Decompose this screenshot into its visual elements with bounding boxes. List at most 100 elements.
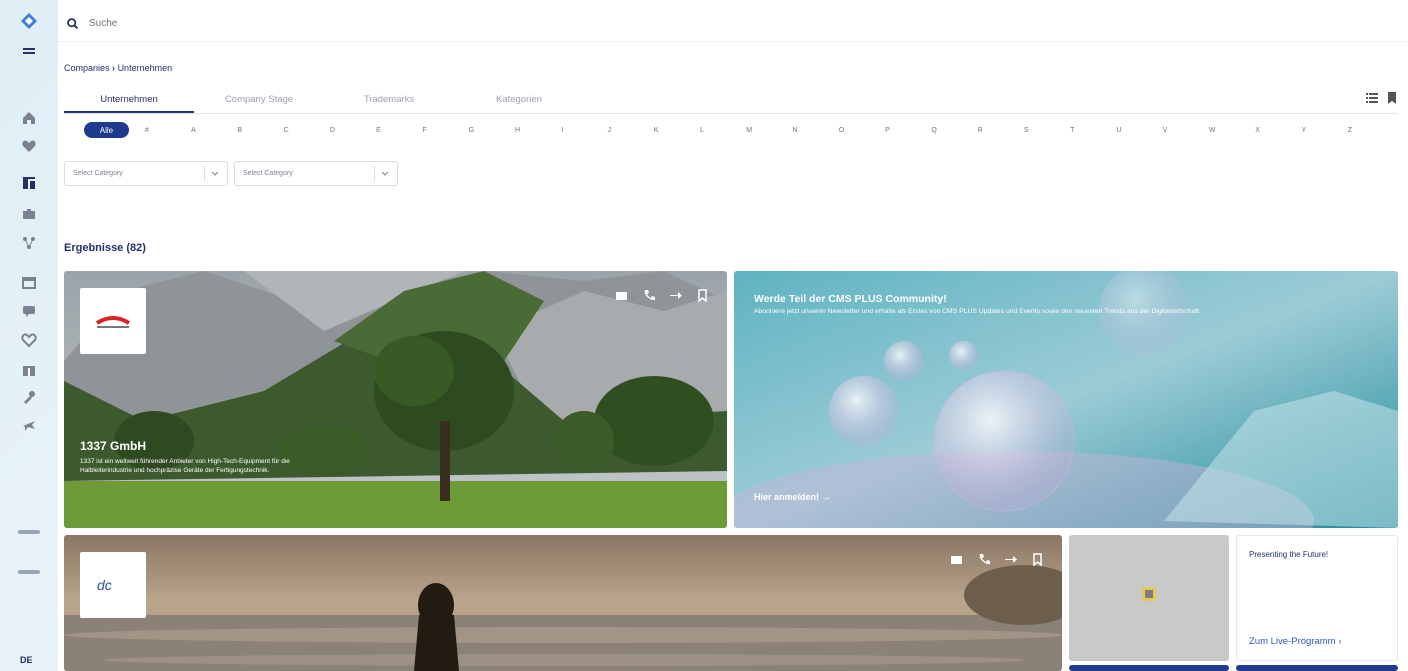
company-card-1337[interactable]: 1337 GmbH 1337 ist ein weltweit führende… <box>64 271 727 528</box>
companies-icon[interactable] <box>9 168 49 198</box>
search-input[interactable] <box>89 18 489 29</box>
svg-text:dc: dc <box>97 577 112 593</box>
newsletter-signup-link[interactable]: Hier anmelden! → <box>754 492 831 502</box>
sponsor-logo-1 <box>18 530 40 534</box>
tab-company-stage[interactable]: Company Stage <box>194 88 324 113</box>
gift-icon[interactable] <box>9 355 49 385</box>
list-view-icon[interactable] <box>1366 92 1378 104</box>
alphabet-letter[interactable]: E <box>376 127 422 134</box>
language-switch[interactable]: DE <box>20 655 33 665</box>
bookmark-view-icon[interactable] <box>1386 92 1398 104</box>
alphabet-letter[interactable]: J <box>607 127 653 134</box>
search-icon <box>67 18 79 30</box>
beach-sunset-image <box>64 535 1062 671</box>
menu-icon[interactable] <box>9 37 49 67</box>
briefcase-icon[interactable] <box>9 199 49 229</box>
share-arrow-icon[interactable] <box>1004 553 1017 566</box>
handshake-icon[interactable] <box>9 325 49 355</box>
filter-bar: Select Category Select Category <box>64 161 398 186</box>
sponsor-logo <box>1142 587 1156 601</box>
chevron-down-icon <box>374 166 389 181</box>
alphabet-letter[interactable]: U <box>1116 127 1162 134</box>
breadcrumb: Companies › Unternehmen <box>64 63 172 73</box>
sponsor-card[interactable] <box>1069 535 1229 661</box>
company-logo-mark <box>95 316 131 328</box>
chat-icon[interactable] <box>9 296 49 326</box>
bookmark-icon[interactable] <box>696 289 709 302</box>
bottom-card-left[interactable] <box>1069 665 1229 671</box>
category-select-1-placeholder: Select Category <box>73 170 123 177</box>
alphabet-letter[interactable]: G <box>469 127 515 134</box>
alphabet-letter[interactable]: A <box>191 127 237 134</box>
alphabet-letter[interactable]: V <box>1163 127 1209 134</box>
breadcrumb-root[interactable]: Companies <box>64 63 110 73</box>
phone-icon[interactable] <box>977 553 990 566</box>
card-actions <box>950 553 1044 566</box>
alphabet-letter[interactable]: S <box>1024 127 1070 134</box>
live-program-card[interactable]: Presenting the Future! Zum Live-Programm… <box>1236 535 1398 661</box>
alphabet-letter[interactable]: R <box>978 127 1024 134</box>
alphabet-letter[interactable]: D <box>330 127 376 134</box>
company-name[interactable]: 1337 GmbH <box>80 439 146 453</box>
sponsor-logo-2 <box>18 570 40 574</box>
alphabet-letter[interactable]: P <box>885 127 931 134</box>
alphabet-letter[interactable]: B <box>237 127 283 134</box>
category-select-1[interactable]: Select Category <box>64 161 228 186</box>
tab-trademarks[interactable]: Trademarks <box>324 88 454 113</box>
bottom-card-right[interactable] <box>1236 665 1398 671</box>
bookmark-icon[interactable] <box>1031 553 1044 566</box>
home-icon[interactable] <box>9 103 49 133</box>
alphabet-letter[interactable]: Z <box>1348 127 1394 134</box>
wrench-icon[interactable] <box>9 382 49 412</box>
alphabet-all-button[interactable]: Alle <box>84 122 129 138</box>
heart-icon[interactable] <box>9 131 49 161</box>
sidebar: DE <box>0 0 58 671</box>
newsletter-promo-card[interactable]: Werde Teil der CMS PLUS Community! Abonn… <box>734 271 1398 528</box>
calendar-icon[interactable] <box>9 267 49 297</box>
live-program-link[interactable]: Zum Live-Programm › <box>1249 636 1341 647</box>
category-select-2[interactable]: Select Category <box>234 161 398 186</box>
company-card-dc[interactable]: dc <box>64 535 1062 671</box>
network-icon[interactable] <box>9 228 49 258</box>
alphabet-letter[interactable]: K <box>654 127 700 134</box>
alphabet-filter: Alle # A B C D E F G H I J K L M N O P Q… <box>84 120 1394 140</box>
alphabet-letter[interactable]: # <box>145 127 191 134</box>
mountain-landscape-image <box>64 271 727 528</box>
mail-icon[interactable] <box>615 289 628 302</box>
alphabet-letter[interactable]: T <box>1070 127 1116 134</box>
alphabet-letter[interactable]: O <box>839 127 885 134</box>
alphabet-letter[interactable]: M <box>746 127 792 134</box>
phone-icon[interactable] <box>642 289 655 302</box>
results-count: Ergebnisse (82) <box>64 242 146 254</box>
tab-unternehmen[interactable]: Unternehmen <box>64 88 194 113</box>
search-bar <box>58 6 1408 42</box>
main-content: Companies › Unternehmen Unternehmen Comp… <box>58 0 1408 671</box>
company-logo <box>80 288 146 354</box>
card-actions <box>615 289 709 302</box>
company-logo-mark: dc <box>97 577 112 593</box>
alphabet-letter[interactable]: I <box>561 127 607 134</box>
alphabet-letter[interactable]: L <box>700 127 746 134</box>
share-arrow-icon[interactable] <box>669 289 682 302</box>
chevron-down-icon <box>204 166 219 181</box>
view-toggle <box>1366 92 1398 104</box>
app-logo-icon[interactable] <box>20 12 38 30</box>
category-select-2-placeholder: Select Category <box>243 170 293 177</box>
mail-icon[interactable] <box>950 553 963 566</box>
tab-kategorien[interactable]: Kategorien <box>454 88 584 113</box>
alphabet-letter[interactable]: Y <box>1301 127 1347 134</box>
promo-title: Werde Teil der CMS PLUS Community! <box>754 293 947 305</box>
alphabet-letter[interactable]: N <box>793 127 839 134</box>
alphabet-letter[interactable]: F <box>422 127 468 134</box>
alphabet-letter[interactable]: C <box>284 127 330 134</box>
alphabet-letter[interactable]: Q <box>931 127 977 134</box>
alphabet-letter[interactable]: W <box>1209 127 1255 134</box>
live-program-title: Presenting the Future! <box>1249 550 1329 559</box>
tab-bar: Unternehmen Company Stage Trademarks Kat… <box>64 88 1398 114</box>
alphabet-letter[interactable]: X <box>1255 127 1301 134</box>
airplane-icon[interactable] <box>9 410 49 440</box>
breadcrumb-current: Unternehmen <box>117 63 173 73</box>
company-description: 1337 ist ein weltweit führender Anbieter… <box>80 458 290 474</box>
breadcrumb-separator: › <box>112 63 116 73</box>
alphabet-letter[interactable]: H <box>515 127 561 134</box>
